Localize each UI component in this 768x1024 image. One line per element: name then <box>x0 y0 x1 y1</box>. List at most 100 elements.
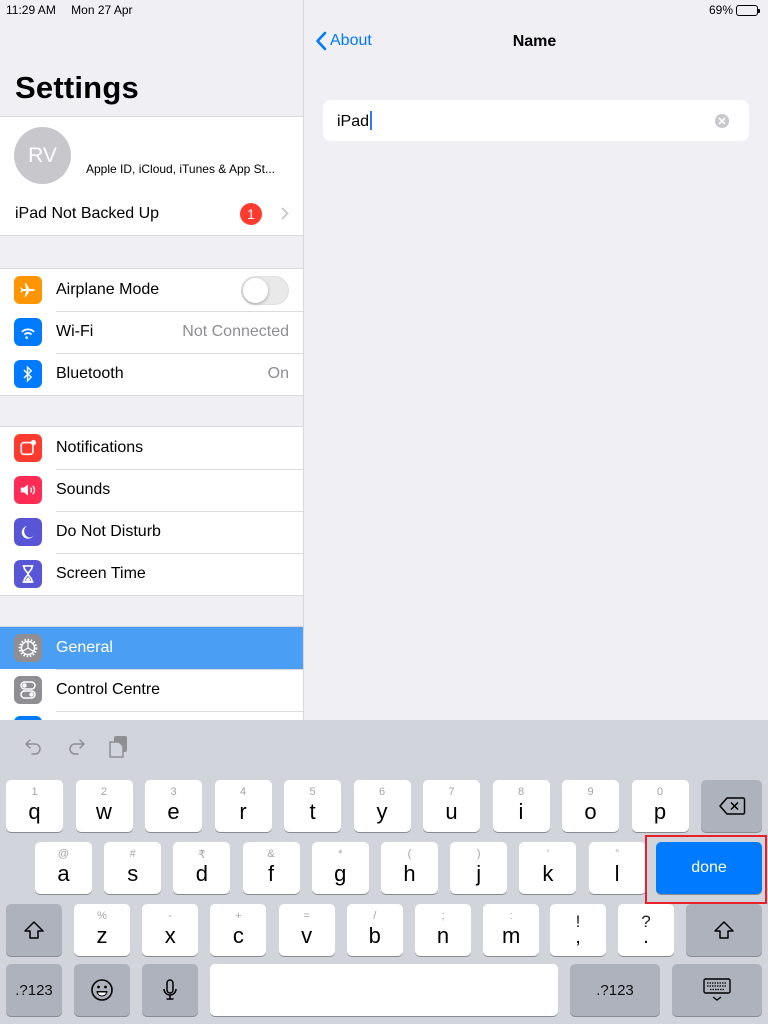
numbers-label: .?123 <box>596 981 634 999</box>
do-not-disturb-label: Do Not Disturb <box>56 523 161 540</box>
key-t[interactable]: 5t <box>284 780 341 832</box>
key-s[interactable]: # s <box>104 842 162 894</box>
clear-text-button[interactable] <box>715 114 729 128</box>
sidebar-item-airplane-mode[interactable]: Airplane Mode <box>0 269 303 311</box>
name-input-text[interactable]: iPad <box>337 111 373 131</box>
moon-icon <box>14 518 42 546</box>
sidebar-item-notifications[interactable]: Notifications <box>0 427 303 469</box>
key-comma[interactable]: !, <box>550 904 606 956</box>
key-label: r <box>239 799 247 824</box>
sidebar-item-partial[interactable] <box>0 711 303 720</box>
notifications-group: Notifications Sounds Do Not Disturb Scre… <box>0 426 303 596</box>
numbers-label: .?123 <box>15 981 53 999</box>
backspace-icon <box>718 796 746 816</box>
key-alt-label: 1 <box>31 786 38 798</box>
battery-icon <box>736 4 760 16</box>
hide-keyboard-key[interactable] <box>672 964 762 1016</box>
key-alt-label: @ <box>57 848 70 860</box>
paste-icon[interactable] <box>106 734 130 760</box>
numbers-key-right[interactable]: .?123 <box>570 964 660 1016</box>
key-f[interactable]: & f <box>242 842 300 894</box>
airplane-mode-label: Airplane Mode <box>56 281 160 298</box>
shift-icon <box>713 920 735 940</box>
shift-left-key[interactable] <box>6 904 62 956</box>
key-l[interactable]: ” l <box>588 842 646 894</box>
notification-badge: 1 <box>240 203 262 225</box>
battery-percent: 69% <box>708 3 733 17</box>
shift-right-key[interactable] <box>686 904 762 956</box>
key-label: y <box>376 799 388 824</box>
key-k[interactable]: ’ k <box>519 842 577 894</box>
key-z[interactable]: % z <box>74 904 130 956</box>
backspace-key[interactable] <box>701 780 762 832</box>
key-o[interactable]: 9o <box>562 780 619 832</box>
key-a[interactable]: @ a <box>35 842 92 894</box>
name-input[interactable]: iPad <box>323 100 749 141</box>
wifi-icon <box>14 318 42 346</box>
key-c[interactable]: + c <box>210 904 267 956</box>
key-i[interactable]: 8i <box>492 780 550 832</box>
sidebar-item-sounds[interactable]: Sounds <box>0 469 303 511</box>
key-alt-label: ! <box>575 912 581 931</box>
key-y[interactable]: 6y <box>353 780 411 832</box>
airplane-mode-toggle[interactable] <box>241 275 289 305</box>
wifi-status: Not Connected <box>182 323 289 340</box>
done-button[interactable]: done <box>656 842 762 894</box>
apple-id-row[interactable]: RV Apple ID, iCloud, iTunes & App St... <box>0 117 303 193</box>
key-e[interactable]: 3e <box>145 780 202 832</box>
profile-group: RV Apple ID, iCloud, iTunes & App St... … <box>0 116 303 236</box>
notifications-icon <box>14 434 42 462</box>
close-icon <box>718 117 726 125</box>
key-u[interactable]: 7u <box>423 780 480 832</box>
sidebar-item-general[interactable]: General <box>0 627 303 669</box>
key-alt-label: / <box>373 910 377 922</box>
dictation-key[interactable] <box>142 964 198 1016</box>
key-b[interactable]: / b <box>346 904 403 956</box>
key-alt-label: 5 <box>309 786 316 798</box>
key-x[interactable]: -x <box>142 904 199 956</box>
switches-icon <box>14 676 42 704</box>
text-caret <box>370 111 373 130</box>
key-label: z <box>96 923 108 948</box>
key-j[interactable]: ) j <box>450 842 508 894</box>
key-q[interactable]: 1q <box>6 780 63 832</box>
numbers-key-left[interactable]: .?123 <box>6 964 62 1016</box>
key-w[interactable]: 2w <box>75 780 133 832</box>
space-bar[interactable] <box>210 964 558 1016</box>
key-alt-label: = <box>303 910 310 922</box>
key-label: n <box>436 923 450 948</box>
sidebar-item-control-centre[interactable]: Control Centre <box>0 669 303 711</box>
sidebar-item-screen-time[interactable]: Screen Time <box>0 553 303 595</box>
key-r[interactable]: 4r <box>214 780 272 832</box>
key-label: k <box>542 861 554 886</box>
key-label: o <box>584 799 597 824</box>
key-alt-label: 2 <box>100 786 108 798</box>
key-p[interactable]: 0p <box>631 780 689 832</box>
sidebar-item-wifi[interactable]: Wi-Fi Not Connected <box>0 311 303 353</box>
key-n[interactable]: ; n <box>415 904 471 956</box>
key-alt-label: - <box>168 910 173 922</box>
apple-id-subtitle: Apple ID, iCloud, iTunes & App St... <box>86 162 275 176</box>
key-h[interactable]: (h <box>381 842 438 894</box>
key-period[interactable]: ?. <box>618 904 674 956</box>
undo-icon[interactable] <box>22 734 46 760</box>
key-alt-label: ” <box>615 848 619 860</box>
status-date: Mon 27 Apr <box>71 3 133 17</box>
backup-row[interactable]: iPad Not Backed Up 1 <box>0 193 303 235</box>
key-label: g <box>334 861 347 886</box>
emoji-key[interactable] <box>74 964 130 1016</box>
key-v[interactable]: = v <box>278 904 335 956</box>
key-alt-label: + <box>235 910 242 922</box>
sidebar-item-bluetooth[interactable]: Bluetooth On <box>0 353 303 395</box>
key-g[interactable]: * g <box>311 842 369 894</box>
key-d[interactable]: ₹ d <box>173 842 231 894</box>
gear-icon <box>14 634 42 662</box>
sidebar-item-do-not-disturb[interactable]: Do Not Disturb <box>0 511 303 553</box>
key-label: x <box>164 923 176 948</box>
key-m[interactable]: :m <box>483 904 540 956</box>
key-label: c <box>232 923 244 948</box>
key-alt-label: 0 <box>656 786 664 798</box>
key-alt-label: ; <box>441 910 445 922</box>
redo-icon[interactable] <box>64 734 88 760</box>
key-label: w <box>96 799 112 824</box>
